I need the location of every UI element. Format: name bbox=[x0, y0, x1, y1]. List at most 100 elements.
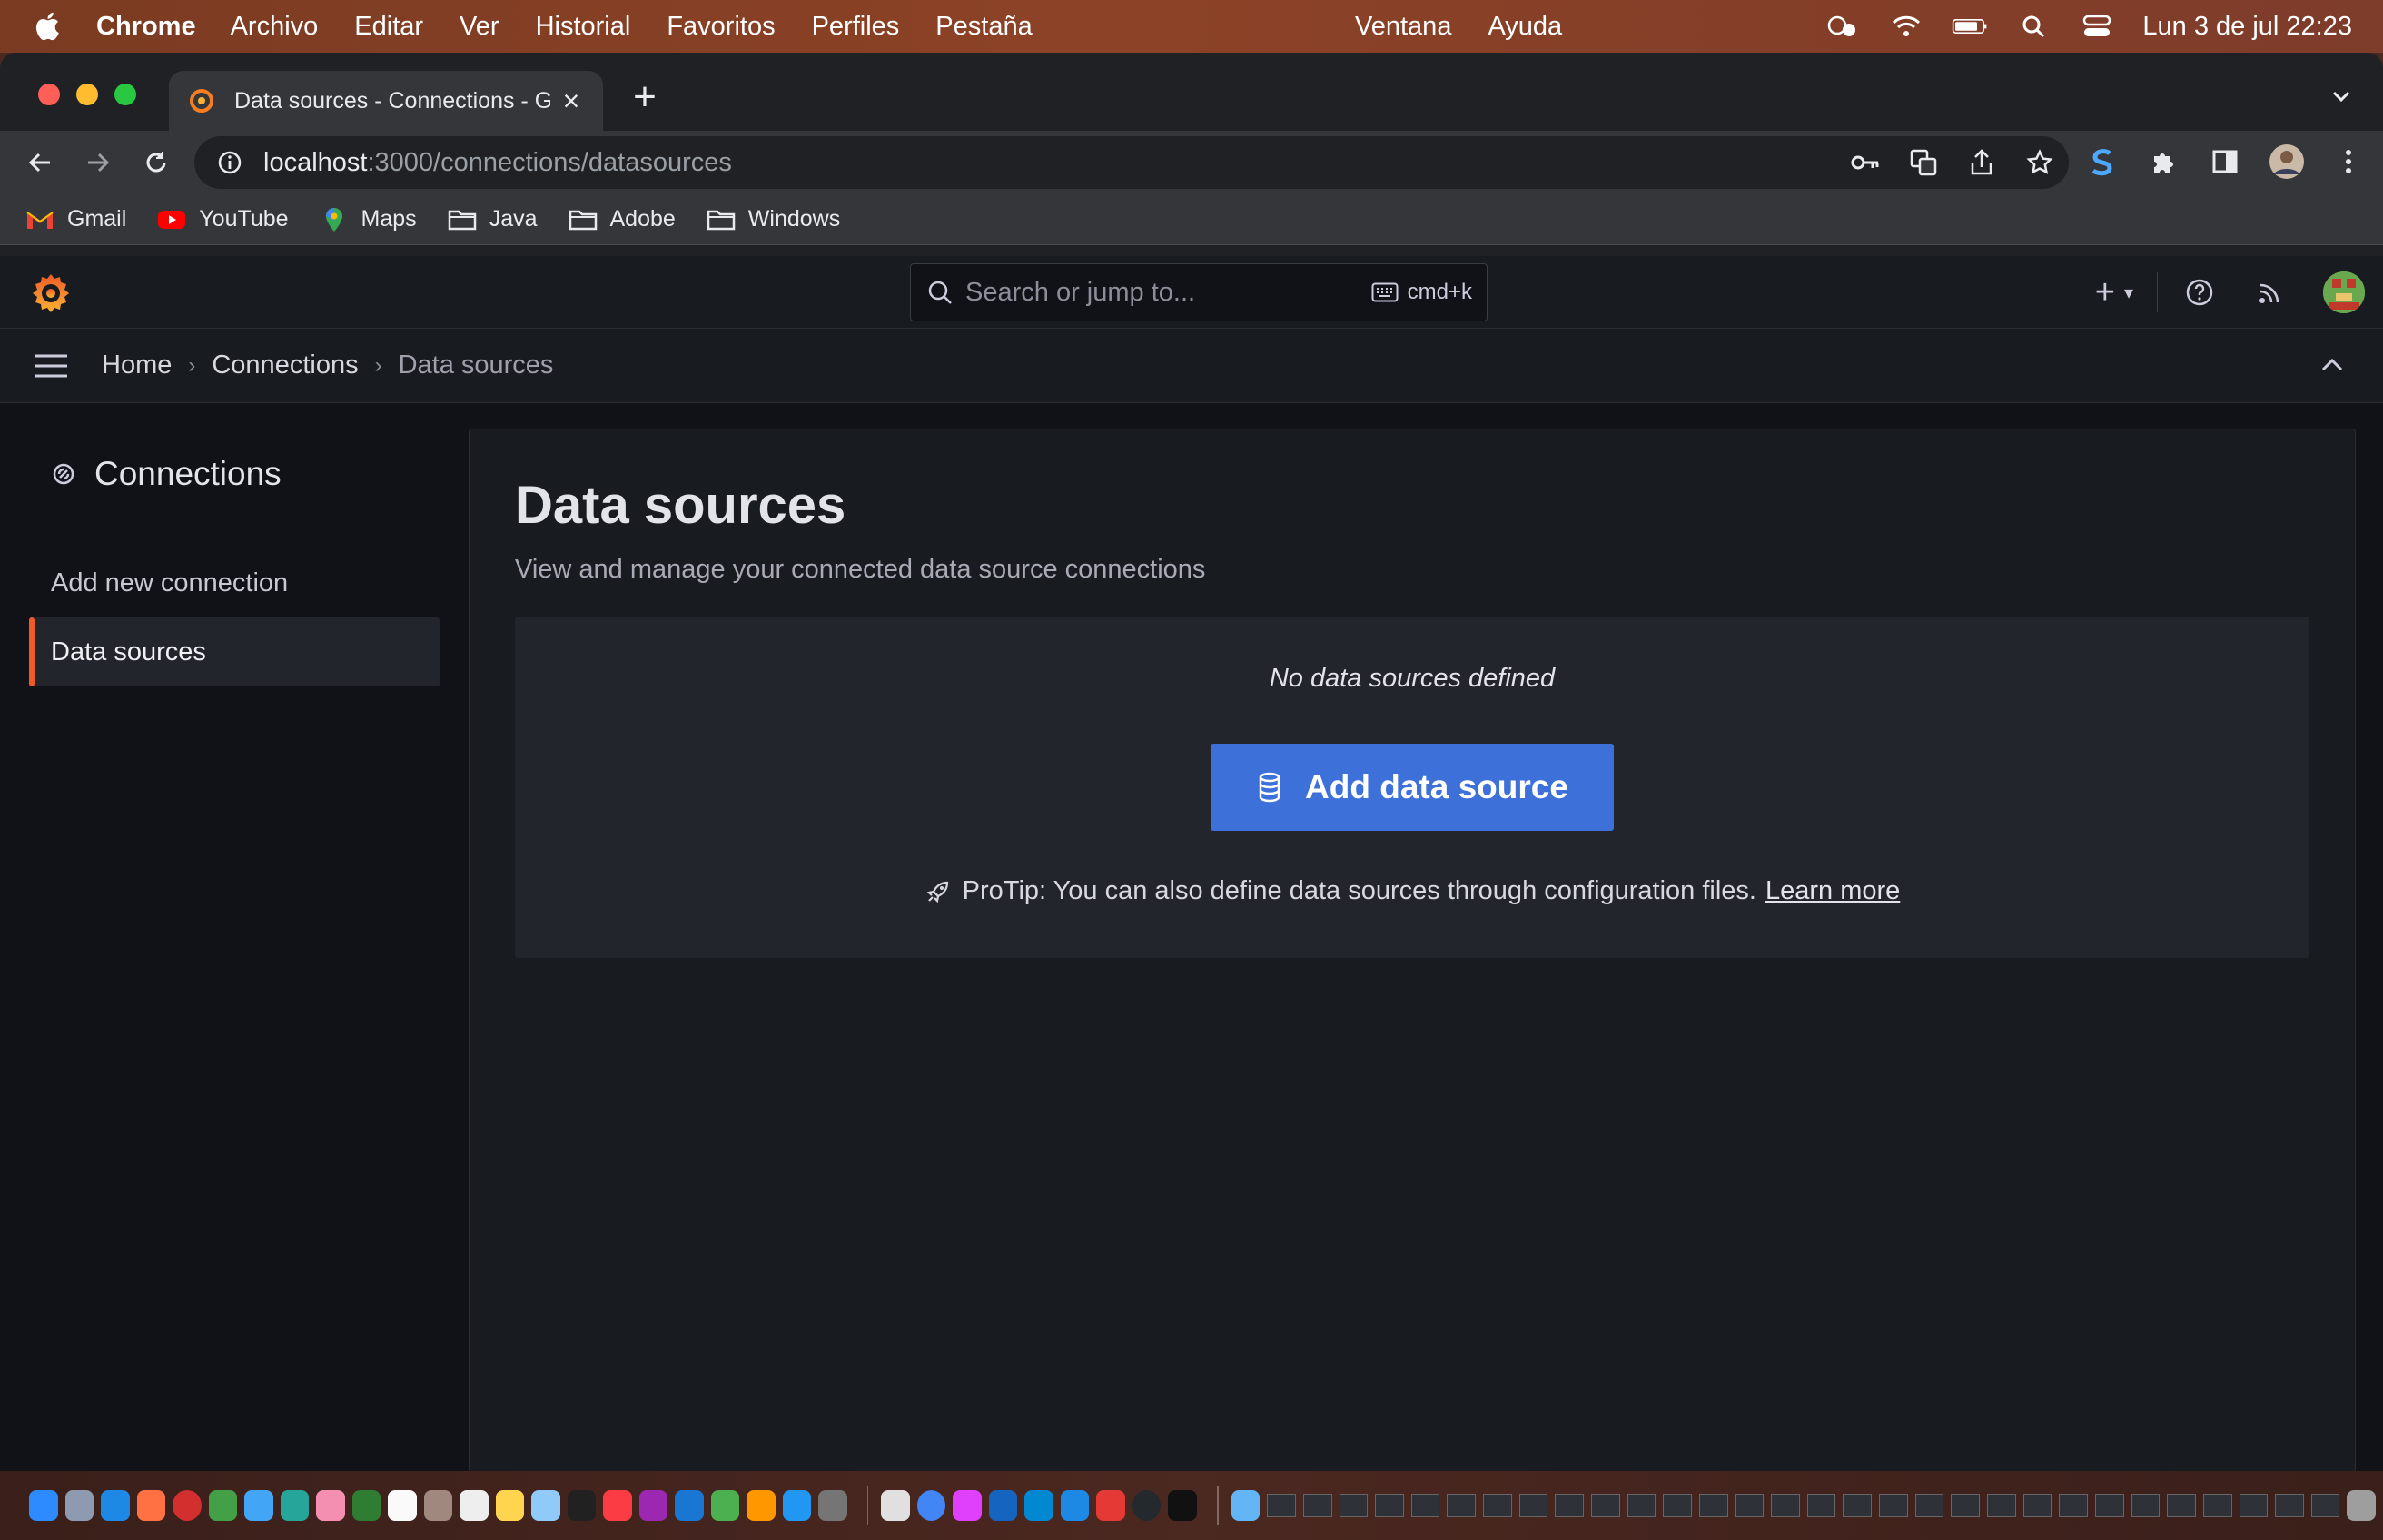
outlook-icon[interactable] bbox=[988, 1490, 1018, 1521]
contacts-icon[interactable] bbox=[423, 1490, 452, 1521]
keynote-icon[interactable] bbox=[675, 1490, 704, 1521]
pages-icon[interactable] bbox=[747, 1490, 776, 1521]
music-icon[interactable] bbox=[603, 1490, 632, 1521]
photos-icon[interactable] bbox=[316, 1490, 345, 1521]
textedit-icon[interactable] bbox=[881, 1490, 910, 1521]
minimize-window-button[interactable] bbox=[76, 84, 98, 105]
podcasts-icon[interactable] bbox=[638, 1490, 667, 1521]
bookmark-star-icon[interactable] bbox=[2023, 146, 2056, 179]
minimized-window-thumbnail[interactable] bbox=[1555, 1494, 1584, 1517]
tab-search-chevron-icon[interactable] bbox=[2325, 80, 2358, 113]
minimized-window-thumbnail[interactable] bbox=[1951, 1494, 1981, 1517]
forward-arrow-icon[interactable] bbox=[80, 144, 116, 181]
flower-app-icon[interactable] bbox=[953, 1490, 982, 1521]
notes-icon[interactable] bbox=[495, 1490, 524, 1521]
bookmark-youtube[interactable]: YouTube bbox=[157, 206, 289, 232]
menu-pestana[interactable]: Pestaña bbox=[935, 12, 1032, 42]
grafana-logo-icon[interactable] bbox=[29, 271, 73, 314]
apple-icon[interactable] bbox=[33, 10, 65, 43]
reminders-icon[interactable] bbox=[460, 1490, 489, 1521]
opera-icon[interactable] bbox=[173, 1490, 202, 1521]
extension-s-icon[interactable] bbox=[2083, 143, 2120, 180]
minimized-window-thumbnail[interactable] bbox=[1879, 1494, 1908, 1517]
server-app-icon[interactable] bbox=[1096, 1490, 1125, 1521]
bookmark-folder-windows[interactable]: Windows bbox=[707, 206, 840, 232]
facetime-icon[interactable] bbox=[351, 1490, 381, 1521]
breadcrumb-home[interactable]: Home bbox=[102, 350, 172, 380]
add-data-source-button[interactable]: Add data source bbox=[1211, 744, 1614, 831]
minimized-window-thumbnail[interactable] bbox=[2202, 1494, 2232, 1517]
app-menu-chrome[interactable]: Chrome bbox=[96, 12, 196, 42]
firefox-dev-icon[interactable] bbox=[1060, 1490, 1090, 1521]
profile-avatar[interactable] bbox=[2269, 143, 2305, 180]
back-arrow-icon[interactable] bbox=[22, 144, 58, 181]
menu-editar[interactable]: Editar bbox=[354, 12, 423, 42]
bookmark-folder-java[interactable]: Java bbox=[448, 206, 538, 232]
chrome-menu-kebab-icon[interactable] bbox=[2330, 143, 2367, 180]
minimized-window-thumbnail[interactable] bbox=[1339, 1494, 1369, 1517]
minimized-window-thumbnail[interactable] bbox=[1987, 1494, 2016, 1517]
collapse-chevron-up-icon[interactable] bbox=[2314, 347, 2350, 383]
close-tab-icon[interactable]: × bbox=[558, 86, 585, 115]
trash-icon[interactable] bbox=[2347, 1490, 2376, 1521]
breadcrumb-connections[interactable]: Connections bbox=[212, 350, 358, 380]
system-settings-icon[interactable] bbox=[818, 1490, 847, 1521]
menu-archivo[interactable]: Archivo bbox=[231, 12, 319, 42]
firefox-icon[interactable] bbox=[136, 1490, 165, 1521]
freeform-icon[interactable] bbox=[531, 1490, 560, 1521]
minimized-window-thumbnail[interactable] bbox=[1375, 1494, 1404, 1517]
terminal-icon[interactable] bbox=[1168, 1490, 1197, 1521]
minimized-window-thumbnail[interactable] bbox=[1698, 1494, 1728, 1517]
docker-icon[interactable] bbox=[1024, 1490, 1053, 1521]
minimized-window-thumbnail[interactable] bbox=[2022, 1494, 2052, 1517]
control-center-icon[interactable] bbox=[2079, 12, 2115, 41]
battery-icon[interactable] bbox=[1952, 12, 1988, 41]
menu-hamburger-icon[interactable] bbox=[31, 346, 71, 386]
bookmark-gmail[interactable]: Gmail bbox=[25, 206, 126, 232]
menubar-clock[interactable]: Lun 3 de jul 22:23 bbox=[2142, 12, 2352, 42]
menu-ayuda[interactable]: Ayuda bbox=[1488, 12, 1562, 42]
github-desktop-icon[interactable] bbox=[1132, 1490, 1162, 1521]
minimized-window-thumbnail[interactable] bbox=[2167, 1494, 2196, 1517]
close-window-button[interactable] bbox=[38, 84, 60, 105]
address-bar[interactable]: localhost:3000/connections/datasources bbox=[194, 136, 2069, 189]
menu-perfiles[interactable]: Perfiles bbox=[812, 12, 900, 42]
minimized-window-thumbnail[interactable] bbox=[1663, 1494, 1692, 1517]
sidebar-item-add-new-connection[interactable]: Add new connection bbox=[29, 548, 440, 617]
minimized-window-thumbnail[interactable] bbox=[1735, 1494, 1765, 1517]
minimized-window-thumbnail[interactable] bbox=[1410, 1494, 1440, 1517]
minimized-window-thumbnail[interactable] bbox=[1914, 1494, 1944, 1517]
sidebar-item-data-sources[interactable]: Data sources bbox=[29, 617, 440, 686]
minimized-window-thumbnail[interactable] bbox=[2094, 1494, 2124, 1517]
downloads-folder-icon[interactable] bbox=[1231, 1490, 1261, 1521]
site-info-icon[interactable] bbox=[216, 149, 243, 176]
menu-favoritos[interactable]: Favoritos bbox=[667, 12, 775, 42]
chrome-icon[interactable] bbox=[916, 1490, 946, 1521]
side-panel-icon[interactable] bbox=[2207, 143, 2243, 180]
search-bar[interactable]: Search or jump to... cmd+k bbox=[910, 263, 1488, 321]
minimized-window-thumbnail[interactable] bbox=[2310, 1494, 2340, 1517]
minimized-window-thumbnail[interactable] bbox=[1843, 1494, 1873, 1517]
help-icon[interactable] bbox=[2181, 274, 2218, 311]
browser-tab-active[interactable]: Data sources - Connections - G × bbox=[169, 71, 603, 131]
app-store-icon[interactable] bbox=[782, 1490, 811, 1521]
minimized-window-thumbnail[interactable] bbox=[1267, 1494, 1296, 1517]
maps-app-icon[interactable] bbox=[280, 1490, 309, 1521]
minimized-window-thumbnail[interactable] bbox=[2131, 1494, 2161, 1517]
minimized-window-thumbnail[interactable] bbox=[2239, 1494, 2269, 1517]
minimized-window-thumbnail[interactable] bbox=[1447, 1494, 1477, 1517]
new-tab-button[interactable]: + bbox=[627, 77, 663, 117]
extensions-puzzle-icon[interactable] bbox=[2145, 143, 2181, 180]
minimized-window-thumbnail[interactable] bbox=[1771, 1494, 1800, 1517]
focus-status-icon[interactable] bbox=[1824, 12, 1861, 41]
bookmark-folder-adobe[interactable]: Adobe bbox=[569, 206, 676, 232]
wifi-icon[interactable] bbox=[1888, 12, 1924, 41]
finder-icon[interactable] bbox=[29, 1490, 58, 1521]
mail-icon[interactable] bbox=[244, 1490, 273, 1521]
news-rss-icon[interactable] bbox=[2252, 274, 2289, 311]
launchpad-icon[interactable] bbox=[64, 1490, 94, 1521]
calendar-icon[interactable] bbox=[388, 1490, 417, 1521]
menu-historial[interactable]: Historial bbox=[536, 12, 631, 42]
minimized-window-thumbnail[interactable] bbox=[2275, 1494, 2304, 1517]
reload-icon[interactable] bbox=[138, 144, 174, 181]
